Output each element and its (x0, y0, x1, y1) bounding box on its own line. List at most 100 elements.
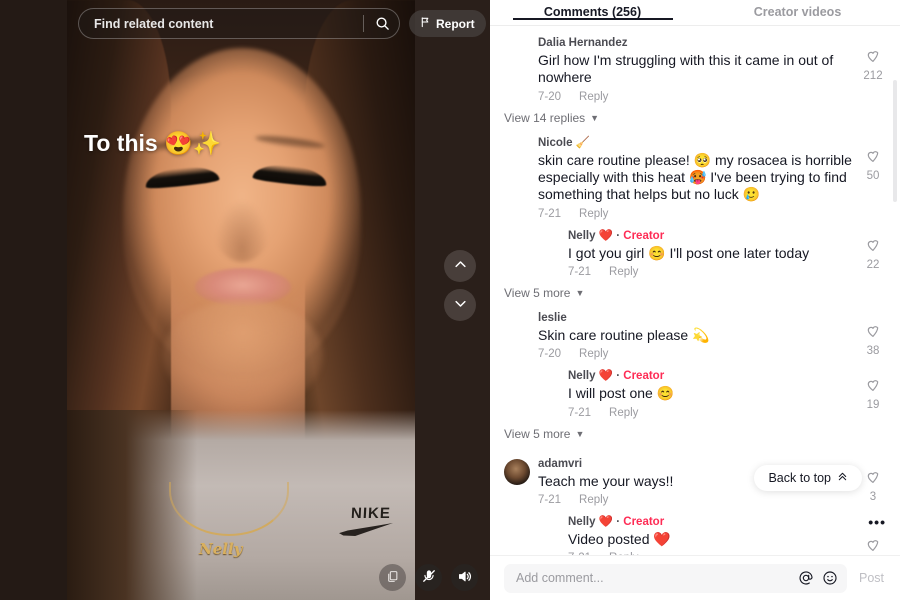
reply-button[interactable]: Reply (579, 208, 608, 220)
reply-date: 7-21 (568, 552, 591, 555)
avatar[interactable] (534, 517, 560, 543)
heart-outline-icon (865, 537, 881, 555)
chevron-up-icon (453, 257, 468, 275)
search-icon[interactable] (370, 11, 395, 36)
comment-item[interactable]: Nicole 🧹 skin care routine please! 🥺 my … (490, 136, 900, 302)
like-button[interactable]: 212 (858, 48, 888, 82)
comment-item[interactable]: Dalia Hernandez Girl how I'm struggling … (490, 36, 900, 127)
creator-badge: Creator (623, 370, 665, 383)
reply-button[interactable]: Reply (579, 494, 608, 506)
necklace-pendant: Nelly (199, 540, 243, 558)
avatar[interactable] (504, 313, 530, 339)
reply-author-name: Nelly ❤️ (568, 370, 614, 383)
back-to-top-button[interactable]: Back to top (754, 465, 862, 491)
reply-button[interactable]: Reply (579, 348, 608, 360)
comment-date: 7-21 (538, 493, 562, 506)
heart-outline-icon (865, 323, 881, 344)
heart-outline-icon (865, 377, 881, 398)
report-button[interactable]: Report (409, 10, 486, 37)
comment-date: 7-20 (538, 90, 562, 103)
comment-list[interactable]: Dalia Hernandez Girl how I'm struggling … (490, 26, 900, 555)
comment-text: skin care routine please! 🥺 my rosacea i… (538, 151, 852, 203)
view-replies-button[interactable]: View 14 replies ▼ (504, 111, 599, 125)
comments-panel: Comments (256) Creator videos Dalia Hern… (490, 0, 900, 600)
comment-date: 7-20 (538, 348, 562, 361)
reply-author-name: Nelly ❤️ (568, 515, 614, 528)
comment-author[interactable]: Nicole 🧹 (538, 136, 882, 151)
like-count: 19 (866, 399, 880, 412)
video-letterbox-left (0, 0, 67, 600)
comment-author[interactable]: leslie (538, 311, 882, 326)
view-replies-label: View 5 more (504, 426, 571, 441)
reply-date: 7-21 (568, 265, 592, 278)
reply-date: 7-21 (568, 406, 592, 419)
reply-text: I got you girl 😊 I'll post one later tod… (568, 244, 810, 261)
name-separator: · (616, 370, 621, 383)
scrollbar-thumb[interactable] (893, 80, 897, 202)
reply-author-name: Nelly ❤️ (568, 229, 614, 242)
chevron-down-icon: ▼ (590, 112, 600, 123)
more-options-icon[interactable]: ••• (868, 515, 886, 529)
comment-author[interactable]: Dalia Hernandez (538, 36, 882, 51)
mic-mute-button[interactable] (415, 564, 442, 591)
reply-button[interactable]: Reply (609, 407, 638, 419)
video-nav-arrows (444, 250, 476, 321)
chevron-up-double-icon (837, 471, 848, 485)
like-button[interactable]: 38 (858, 323, 888, 357)
reply-button[interactable]: Reply (579, 91, 608, 103)
emoji-smiley-icon[interactable] (822, 570, 838, 586)
view-replies-button[interactable]: View 5 more ▼ (504, 286, 584, 300)
like-button[interactable]: 0 (858, 537, 888, 555)
like-button[interactable]: 22 (858, 237, 888, 271)
like-button[interactable]: 19 (858, 377, 888, 411)
nike-wordmark: NIKE (350, 505, 392, 522)
like-count: 212 (863, 70, 883, 82)
avatar[interactable] (504, 458, 530, 485)
flag-icon (420, 16, 431, 31)
tab-creator-videos[interactable]: Creator videos (695, 0, 900, 19)
volume-button[interactable] (451, 564, 478, 591)
reply-button[interactable]: Reply (609, 266, 638, 278)
video-top-bar: Report (78, 8, 486, 39)
next-video-button[interactable] (444, 289, 476, 321)
reply-author[interactable]: Nelly ❤️ · Creator (568, 369, 882, 384)
comments-scrollbar[interactable] (893, 54, 897, 555)
search-input[interactable] (94, 16, 363, 31)
report-label: Report (436, 16, 475, 31)
view-replies-label: View 5 more (504, 285, 571, 300)
video-panel[interactable]: NIKE Nelly To this 😍✨ Find related conte… (0, 0, 490, 600)
reply-author[interactable]: Nelly ❤️ · Creator (568, 515, 882, 530)
like-button[interactable]: 3 (858, 469, 888, 503)
creator-badge: Creator (623, 229, 665, 242)
avatar[interactable] (534, 371, 560, 397)
avatar[interactable] (504, 38, 530, 64)
like-button[interactable]: 50 (858, 148, 888, 182)
mention-at-icon[interactable] (798, 570, 814, 586)
previous-video-button[interactable] (444, 250, 476, 282)
volume-on-icon (457, 569, 472, 587)
heart-outline-icon (865, 148, 881, 169)
tiktok-video-page: NIKE Nelly To this 😍✨ Find related conte… (0, 0, 900, 600)
post-comment-button[interactable]: Post (857, 571, 886, 585)
copy-link-button[interactable] (379, 564, 406, 591)
comment-input[interactable] (516, 571, 790, 585)
find-related-content-bar[interactable] (78, 8, 400, 39)
avatar[interactable] (504, 138, 530, 164)
heart-outline-icon (865, 237, 881, 258)
name-separator: · (616, 229, 621, 242)
comment-item[interactable]: leslie Skin care routine please 💫 7-20 R… (490, 311, 900, 443)
tab-comments[interactable]: Comments (256) (490, 0, 695, 19)
heart-outline-icon (865, 469, 881, 490)
video-stage[interactable]: NIKE Nelly (67, 0, 415, 600)
search-divider (363, 15, 364, 32)
avatar[interactable] (534, 231, 560, 257)
panel-tabs: Comments (256) Creator videos (490, 0, 900, 26)
video-nose (215, 200, 269, 262)
back-to-top-label: Back to top (768, 471, 831, 485)
reply-author[interactable]: Nelly ❤️ · Creator (568, 229, 882, 244)
like-count: 3 (869, 490, 877, 503)
reply-button[interactable]: Reply (609, 552, 638, 555)
comment-input-box[interactable] (504, 563, 847, 593)
view-replies-button[interactable]: View 5 more ▼ (504, 427, 584, 441)
chevron-down-icon (453, 296, 468, 314)
